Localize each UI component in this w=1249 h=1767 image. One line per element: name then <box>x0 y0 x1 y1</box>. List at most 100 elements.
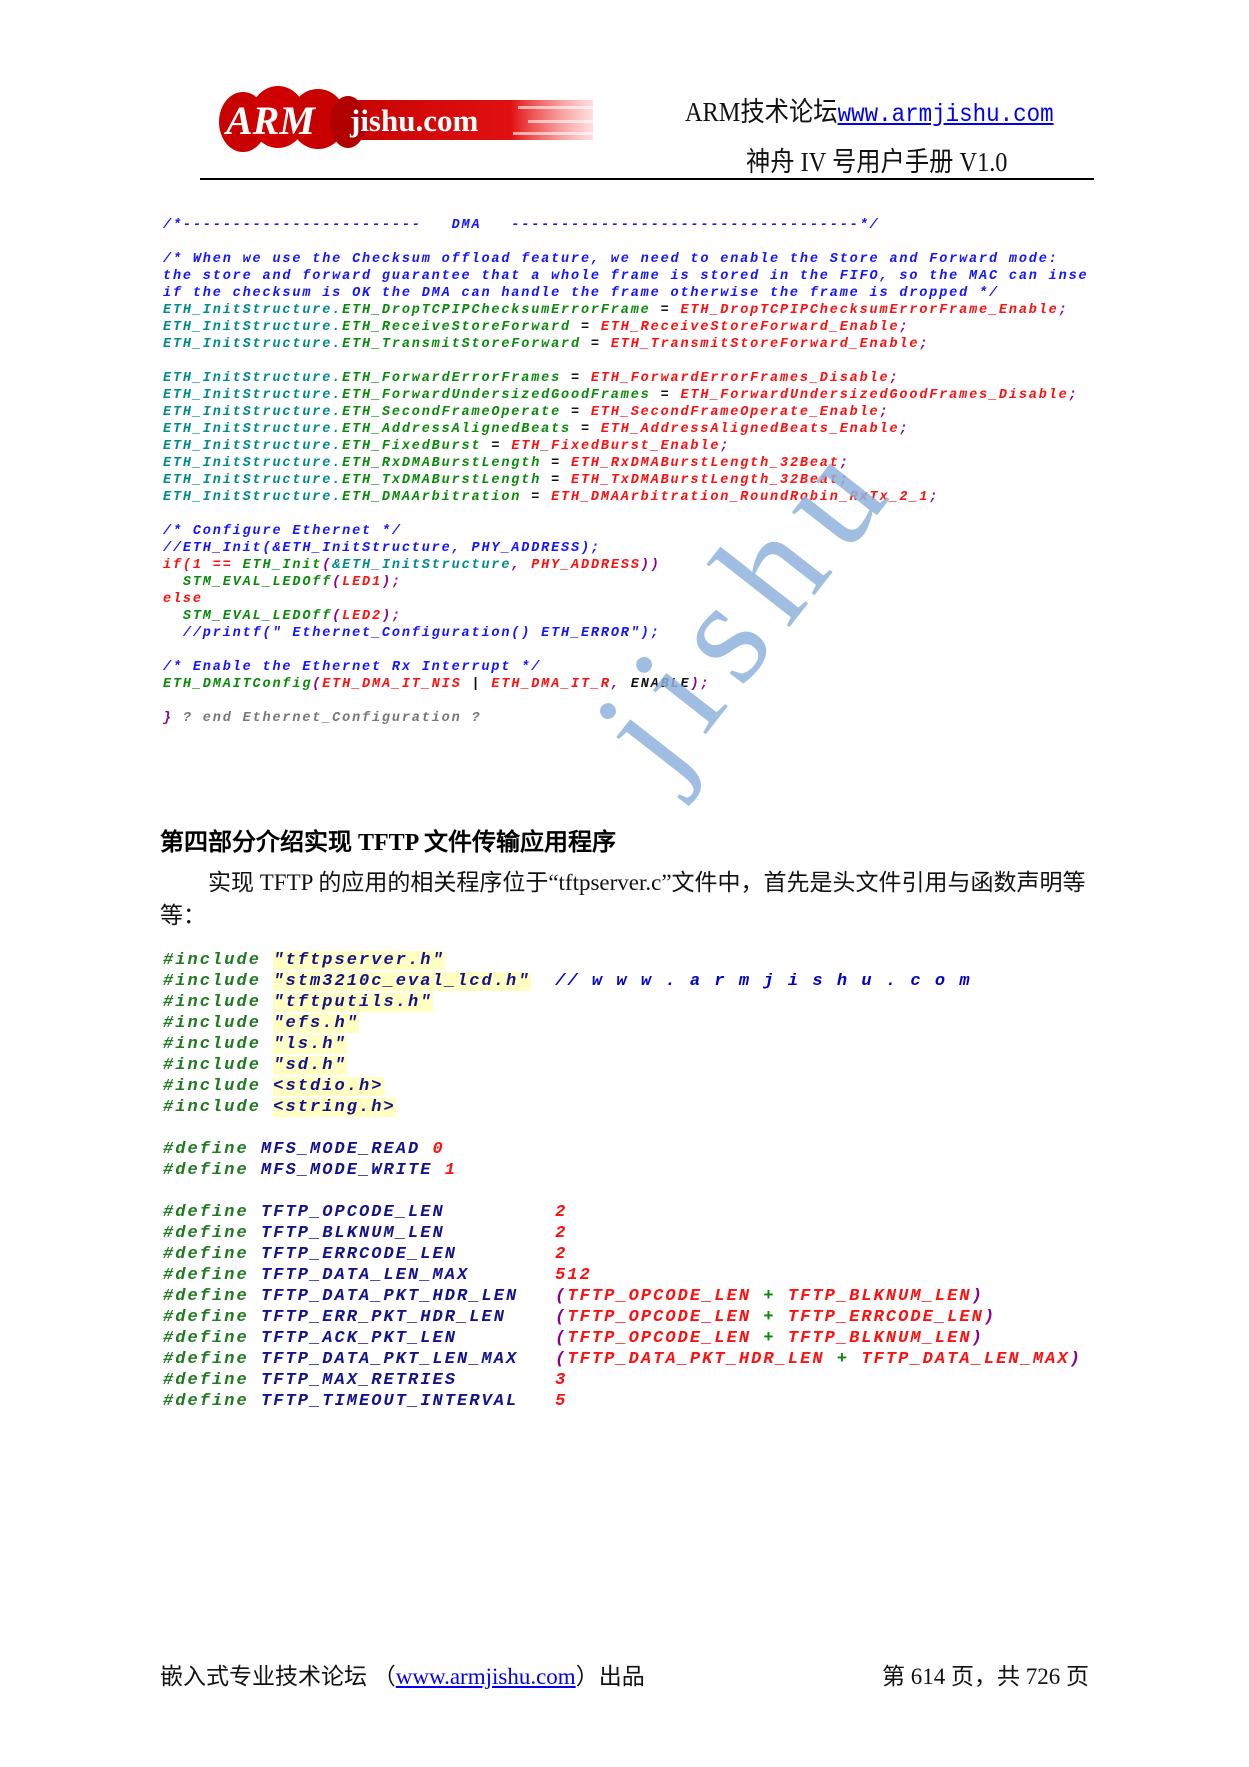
code-token: = <box>541 456 572 471</box>
section-paragraph: 实现 TFTP 的应用的相关程序位于“tftpserver.c”文件中，首先是头… <box>160 870 1086 928</box>
code-token: ETH_DMAArbitration_RoundRobin_RxTx_2_1 <box>551 490 930 505</box>
code-token: TFTP_ACK_PKT_LEN <box>261 1329 556 1348</box>
code-token: STM_EVAL_LEDOff <box>182 609 333 624</box>
code-token: #define <box>163 1392 262 1411</box>
code-token: + <box>751 1329 788 1348</box>
code-token: <string.h> <box>273 1098 396 1117</box>
code-token: "sd.h" <box>273 1056 347 1075</box>
code-token: = <box>650 388 681 403</box>
footer-link[interactable]: www.armjishu.com <box>396 1664 576 1689</box>
page-number: 第 614 页，共 726 页 <box>882 1664 1089 1689</box>
code-token: , <box>610 677 631 692</box>
code-line: #define TFTP_OPCODE_LEN 2 <box>163 1202 1082 1223</box>
code-block-ethernet-config: /*------------------------ DMA ---------… <box>163 217 1088 727</box>
code-line: ETH_InitStructure.ETH_TxDMABurstLength =… <box>163 472 1088 489</box>
code-token: = <box>561 405 591 420</box>
code-token: ETH_ForwardUndersizedGoodFrames <box>342 388 651 403</box>
code-token: , <box>511 558 532 573</box>
forum-label: ARM技术论坛 <box>685 97 838 127</box>
code-token: ETH_RxDMABurstLength_32Beat <box>571 456 840 471</box>
code-token: 1 <box>444 1161 458 1180</box>
code-token: STM_EVAL_LEDOff <box>182 575 333 590</box>
code-token: PHY_ADDRESS <box>531 558 641 573</box>
code-line: #include <string.h> <box>163 1097 1082 1118</box>
code-token: TFTP_BLKNUM_LEN <box>787 1287 972 1306</box>
code-line: #include "tftpserver.h" <box>163 950 1082 971</box>
code-token: ; <box>1058 303 1069 318</box>
code-token: + <box>824 1350 862 1369</box>
code-token: ETH_TxDMABurstLength_32Beat <box>571 473 840 488</box>
code-line: /*------------------------ DMA ---------… <box>163 217 1088 234</box>
code-line: #include "sd.h" <box>163 1055 1082 1076</box>
code-token: #define <box>163 1140 262 1159</box>
code-line: else <box>163 591 1088 608</box>
code-token: //printf(" Ethernet_Configuration() ETH_… <box>182 626 661 641</box>
code-token: TFTP_OPCODE_LEN <box>261 1203 556 1222</box>
code-line: #define TFTP_DATA_PKT_LEN_MAX (TFTP_DATA… <box>163 1349 1082 1370</box>
code-token: #include <box>163 1098 274 1117</box>
code-token: ETH_InitStructure. <box>163 405 343 420</box>
code-token: TFTP_DATA_LEN_MAX <box>861 1350 1070 1369</box>
code-token: ETH_RxDMABurstLength <box>342 456 542 471</box>
code-token: ETH_ReceiveStoreForward <box>342 320 572 335</box>
code-line: //printf(" Ethernet_Configuration() ETH_… <box>163 625 1088 642</box>
code-line: #define TFTP_TIMEOUT_INTERVAL 5 <box>163 1391 1082 1412</box>
code-line: #include <stdio.h> <box>163 1076 1082 1097</box>
code-token: TFTP_MAX_RETRIES <box>261 1371 556 1390</box>
code-token: = <box>561 371 591 386</box>
code-token: = <box>571 422 601 437</box>
code-token: TFTP_DATA_LEN_MAX <box>261 1266 556 1285</box>
code-line: #define TFTP_ACK_PKT_LEN (TFTP_OPCODE_LE… <box>163 1328 1082 1349</box>
code-token: #include <box>163 951 274 970</box>
code-token: <stdio.h> <box>273 1077 384 1096</box>
code-token: ( <box>555 1287 568 1306</box>
code-token: ; <box>1068 388 1079 403</box>
code-token: "tftputils.h" <box>273 993 433 1012</box>
code-token: 2 <box>555 1203 568 1222</box>
code-line: /* Configure Ethernet */ <box>163 523 1088 540</box>
code-token: ); <box>381 609 402 624</box>
code-token: 5 <box>555 1392 568 1411</box>
code-token: ETH_InitStructure. <box>163 388 343 403</box>
code-token: LED2 <box>342 609 382 624</box>
code-token: //ETH_Init(&ETH_InitStructure, PHY_ADDRE… <box>163 541 601 556</box>
code-token: | <box>461 677 492 692</box>
code-line: #define TFTP_DATA_PKT_HDR_LEN (TFTP_OPCO… <box>163 1286 1082 1307</box>
code-token: ETH_DMAArbitration <box>342 490 522 505</box>
code-token: #include <box>163 972 274 991</box>
code-token: LED1 <box>342 575 382 590</box>
code-token: MFS_MODE_READ <box>261 1140 433 1159</box>
code-token: } <box>163 711 183 726</box>
code-token: MFS_MODE_WRITE <box>261 1161 445 1180</box>
code-token: = <box>571 320 601 335</box>
code-line: /* When we use the Checksum offload feat… <box>163 251 1088 268</box>
code-token: ENABLE <box>630 677 691 692</box>
code-line: STM_EVAL_LEDOff(LED2); <box>163 608 1088 625</box>
code-line: } ? end Ethernet_Configuration ? <box>163 710 1088 727</box>
code-line: ETH_InitStructure.ETH_TransmitStoreForwa… <box>163 336 1088 353</box>
code-token: ( <box>555 1350 568 1369</box>
code-token: ( <box>555 1308 568 1327</box>
code-token: TFTP_DATA_PKT_HDR_LEN <box>567 1350 825 1369</box>
code-token: TFTP_TIMEOUT_INTERVAL <box>261 1392 556 1411</box>
code-token: ETH_InitStructure. <box>163 371 343 386</box>
forum-link[interactable]: www.armjishu.com <box>838 100 1054 129</box>
code-token: ETH_SecondFrameOperate_Enable <box>590 405 880 420</box>
code-token: ); <box>381 575 402 590</box>
manual-title: 神舟 IV 号用户手册 V1.0 <box>746 147 1008 177</box>
code-token: ETH_InitStructure. <box>163 320 343 335</box>
code-token: #include <box>163 1014 274 1033</box>
code-token: /*------------------------ DMA ---------… <box>163 218 880 233</box>
code-token: ETH_TransmitStoreForward <box>342 337 581 352</box>
code-token: TFTP_OPCODE_LEN <box>567 1287 752 1306</box>
code-token: #include <box>163 1077 274 1096</box>
code-token: ( <box>332 575 343 590</box>
code-token: = <box>541 473 572 488</box>
